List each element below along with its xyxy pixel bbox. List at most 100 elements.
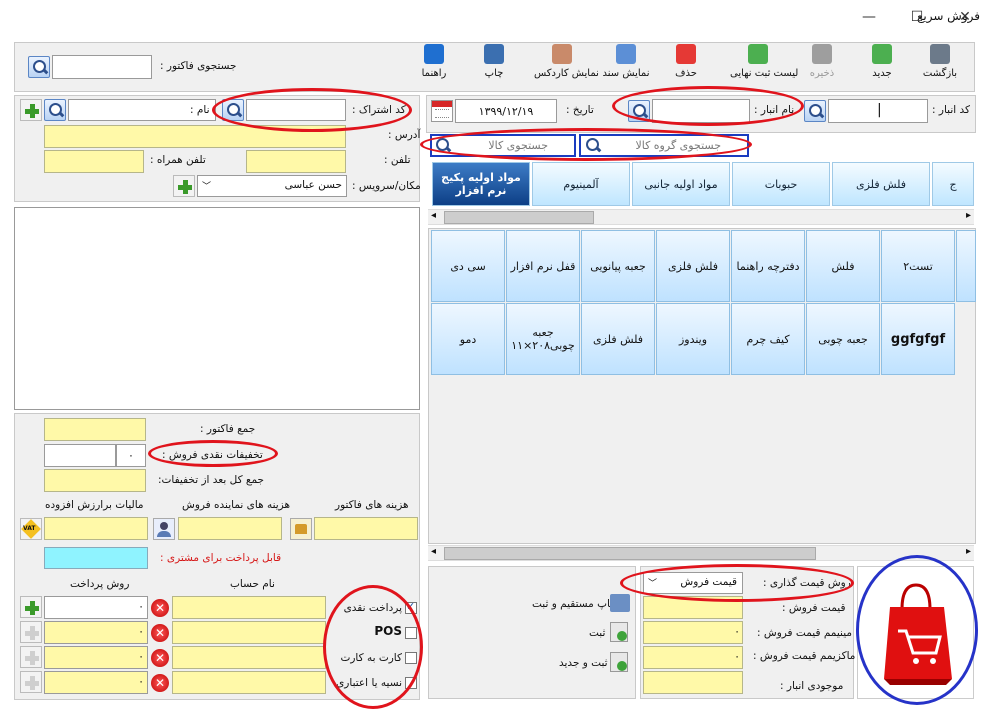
address-label: آدرس : [388,129,421,141]
product-tile[interactable]: فلش فلزی [656,230,730,302]
new-label: جدید [872,68,892,79]
total-after-discount-label: جمع کل بعد از تخفیفات: [158,474,265,486]
save-new-icon[interactable] [610,652,628,672]
tabs-scrollbar[interactable]: ◂ ▸ [428,209,974,225]
invoice-search-input[interactable] [52,55,152,79]
product-tile[interactable]: قفل نرم افزار [506,230,580,302]
maximize-button[interactable]: ☐ [906,6,928,28]
account-name-field[interactable] [172,596,326,619]
save-label[interactable]: ثبت [589,627,605,639]
save-doc-icon[interactable] [610,622,628,642]
add-customer-button[interactable] [20,99,42,121]
category-tab[interactable]: فلش فلزی [832,162,930,206]
add-payment-button[interactable] [20,646,42,668]
product-tile[interactable]: ggfgfgf [881,303,955,375]
mobile-field[interactable] [44,150,144,173]
category-tab[interactable]: مواد اولیه جانبی [632,162,730,206]
account-name-field[interactable] [172,621,326,644]
add-location-button[interactable] [173,175,195,197]
warehouse-code-label: کد انبار : [932,104,971,116]
print-button[interactable]: چاپ [466,44,522,90]
add-payment-button[interactable] [20,671,42,693]
payment-amount-field[interactable]: ۰ [44,646,148,669]
location-select[interactable]: حسن عباسی ﹀ [197,175,347,197]
vat-field [44,517,148,540]
agent-costs-field [178,517,282,540]
final-list-label: لیست ثبت نهایی [730,68,799,79]
grid-scroll-right-icon[interactable]: ▸ [966,546,971,557]
phone-field[interactable] [246,150,346,173]
grid-scroll-thumb[interactable] [444,547,816,560]
category-tab[interactable]: آلمینیوم [532,162,630,206]
payment-amount-field[interactable]: ۰ [44,671,148,694]
warehouse-code-input[interactable]: | [828,99,928,123]
grid-scrollbar[interactable]: ◂ ▸ [428,545,974,561]
save-button[interactable]: ذخیره [794,44,850,90]
minimize-button[interactable]: — [858,6,880,28]
payment-amount-field[interactable]: ۰ [44,621,148,644]
invoice-costs-field [314,517,418,540]
cardex-button[interactable]: نمایش کاردکس [534,44,599,90]
add-payment-button[interactable] [20,621,42,643]
account-name-field[interactable] [172,671,326,694]
product-tile[interactable]: دفترچه راهنما [731,230,805,302]
back-button[interactable]: بازگشت [912,44,968,90]
product-tile[interactable]: تست۲ [881,230,955,302]
product-tile[interactable]: جعبه چوبی [806,303,880,375]
customer-name-label: نام : [190,104,210,116]
delete-button[interactable]: حذف [658,44,714,90]
payment-amount-field[interactable]: ۰ [44,596,148,619]
tabs-scroll-thumb[interactable] [444,211,594,224]
remove-payment-icon[interactable]: ✕ [151,599,169,617]
calendar-icon[interactable] [431,100,453,122]
product-tile[interactable]: جعبه پیانویی [581,230,655,302]
scroll-right-icon[interactable]: ▸ [966,210,971,221]
add-payment-button[interactable] [20,596,42,618]
category-tab[interactable]: حبوبات [732,162,830,206]
warehouse-icon[interactable] [290,518,312,540]
save-new-label[interactable]: ثبت و جدید [559,657,608,669]
product-tile[interactable]: فلش فلزی [581,303,655,375]
product-tile-partial[interactable] [956,230,976,302]
help-button[interactable]: راهنما [406,44,462,90]
help-icon [424,44,444,64]
close-button[interactable]: ✕ [954,6,976,28]
date-label: تاریخ : [566,104,594,116]
invoice-total-label: جمع فاکتور : [200,423,256,435]
product-tile[interactable]: سی دی [431,230,505,302]
product-tile[interactable]: دمو [431,303,505,375]
product-tile[interactable]: کیف چرم [731,303,805,375]
final-list-button[interactable]: لیست ثبت نهایی [730,44,799,90]
show-doc-button[interactable]: نمایش سند [598,44,654,90]
cardex-label: نمایش کاردکس [534,68,599,79]
new-button[interactable]: جدید [854,44,910,90]
delete-doc-icon [676,44,696,64]
vat-icon[interactable]: VAT [20,518,42,540]
vat-label: مالیات برارزش افزوده [45,499,144,511]
invoice-items-list[interactable] [14,207,420,410]
remove-payment-icon[interactable]: ✕ [151,624,169,642]
scroll-left-icon[interactable]: ◂ [431,210,436,221]
warehouse-search-icon[interactable] [804,100,826,122]
name-search-icon[interactable] [44,99,66,121]
print-save-icon[interactable] [610,594,630,612]
category-tab[interactable]: مواد اولیه پکیج نرم افزار [432,162,530,206]
discount-value-input[interactable]: ۰ [116,444,146,467]
grid-scroll-left-icon[interactable]: ◂ [431,546,436,557]
remove-payment-icon[interactable]: ✕ [151,649,169,667]
account-name-field[interactable] [172,646,326,669]
product-tile[interactable]: فلش [806,230,880,302]
product-tile[interactable]: جعبه چوبی۲۰۸×۱۱ [506,303,580,375]
discount-percent-input[interactable] [44,444,116,467]
cardex-icon [552,44,572,64]
print-save-label[interactable]: چاپ مستقیم و ثبت [532,598,617,610]
check-doc-icon [748,44,768,64]
invoice-search-icon[interactable] [28,56,50,78]
mobile-label: تلفن همراه : [150,154,206,166]
date-input[interactable]: ۱۳۹۹/۱۲/۱۹ [455,99,557,123]
remove-payment-icon[interactable]: ✕ [151,674,169,692]
agent-person-icon[interactable] [153,518,175,540]
category-tab[interactable]: ج [932,162,974,206]
product-tile[interactable]: ویندوز [656,303,730,375]
annotation-product-image [856,555,978,705]
